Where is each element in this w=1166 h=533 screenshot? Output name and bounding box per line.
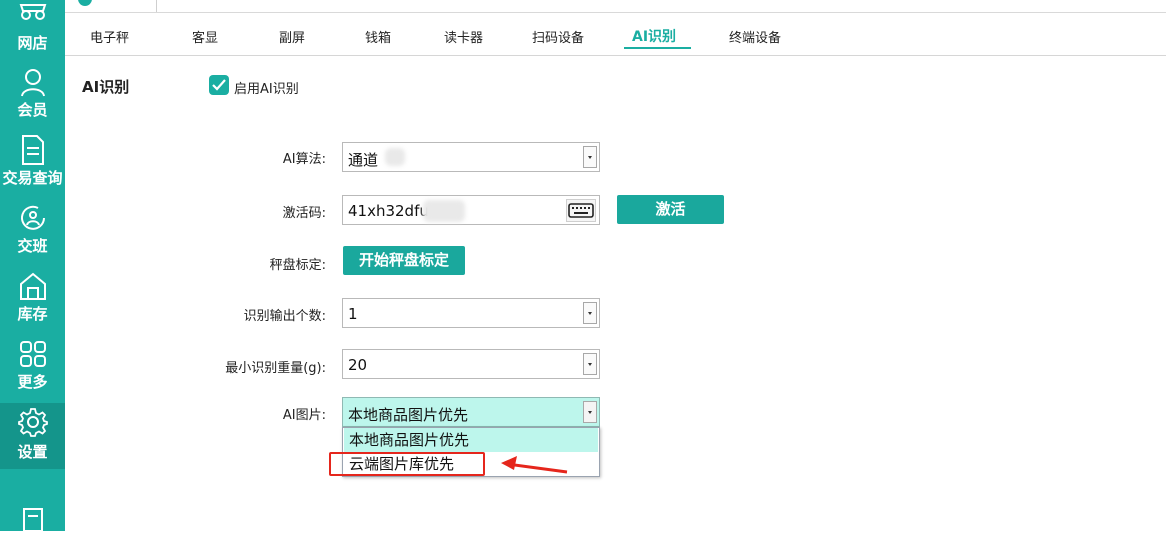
device-tabs: 电子秤 客显 副屏 钱箱 读卡器 扫码设备 AI识别 终端设备 (65, 13, 1166, 56)
tab-card-reader[interactable]: 读卡器 (444, 27, 483, 46)
calibration-label: 秤盘标定: (269, 258, 326, 273)
logo-icon (78, 0, 92, 6)
tab-customer-display[interactable]: 客显 (192, 27, 218, 46)
tab-scale[interactable]: 电子秤 (90, 27, 129, 46)
transaction-query-icon (21, 135, 44, 165)
sidebar-item-settings[interactable]: 设置 (0, 403, 65, 469)
more-grid-icon (19, 341, 46, 367)
sidebar-item-label: 交班 (17, 237, 48, 255)
annotation-arrow-icon (501, 456, 568, 474)
settings-gear-icon (17, 408, 48, 437)
output-count-select[interactable]: 1 (342, 298, 600, 328)
sidebar-item-more[interactable]: 更多 (0, 335, 65, 401)
ai-image-value: 本地商品图片优先 (348, 406, 469, 424)
inventory-icon (19, 272, 46, 300)
algorithm-select[interactable]: 通道 (342, 142, 600, 172)
activation-code-input[interactable]: 41xh32dfu (342, 195, 600, 225)
sidebar-item-label: 交易查询 (2, 169, 63, 187)
annotation-highlight-box (329, 452, 485, 476)
activation-code-value: 41xh32dfu (348, 202, 429, 220)
redacted-blur (423, 200, 465, 222)
algorithm-value: 通道 (348, 151, 379, 169)
active-tab-indicator (624, 47, 691, 49)
top-strip (65, 0, 1166, 13)
start-calibration-button[interactable]: 开始秤盘标定 (343, 246, 465, 275)
chevron-down-icon[interactable] (583, 146, 597, 168)
chevron-down-icon[interactable] (583, 353, 597, 375)
ai-image-select[interactable]: 本地商品图片优先 (342, 397, 600, 427)
sidebar-item-label: 会员 (17, 101, 48, 119)
activate-button[interactable]: 激活 (617, 195, 724, 224)
sidebar-item-label: 设置 (17, 443, 48, 461)
sidebar-item-transaction-query[interactable]: 交易查询 (0, 131, 65, 197)
chevron-down-icon[interactable] (583, 302, 597, 324)
keyboard-icon[interactable] (566, 199, 596, 222)
shift-handover-icon (20, 205, 45, 230)
sidebar-item-inventory[interactable]: 库存 (0, 267, 65, 333)
sidebar-item-label: 库存 (17, 305, 48, 323)
sidebar-item-member[interactable]: 会员 (0, 63, 65, 129)
divider (156, 0, 157, 12)
output-count-label: 识别输出个数: (243, 309, 326, 324)
dropdown-option-local[interactable]: 本地商品图片优先 (344, 428, 598, 452)
min-weight-value: 20 (348, 356, 368, 374)
tab-ai-recognition[interactable]: AI识别 (632, 26, 676, 46)
store-icon (19, 4, 46, 20)
report-icon (22, 508, 43, 532)
tab-scanner[interactable]: 扫码设备 (532, 27, 584, 46)
tab-terminal-device[interactable]: 终端设备 (729, 27, 781, 46)
redacted-blur (385, 148, 405, 166)
algorithm-label: AI算法: (282, 152, 326, 167)
sidebar-item-store[interactable]: 网店 (0, 0, 65, 52)
enable-ai-checkbox[interactable] (209, 75, 229, 95)
sidebar-item-label: 更多 (17, 373, 48, 391)
sidebar-item-shift-handover[interactable]: 交班 (0, 199, 65, 265)
activation-code-label: 激活码: (282, 206, 326, 221)
checkmark-icon (212, 79, 226, 91)
min-weight-select[interactable]: 20 (342, 349, 600, 379)
min-weight-label: 最小识别重量(g): (225, 361, 326, 376)
sidebar: 网店 会员 交易查询 交班 库存 更多 设置 (0, 0, 65, 532)
chevron-down-icon[interactable] (583, 401, 597, 423)
ai-image-label: AI图片: (282, 408, 326, 423)
member-icon (20, 69, 45, 97)
tab-cash-drawer[interactable]: 钱箱 (365, 27, 391, 46)
tab-secondary-screen[interactable]: 副屏 (279, 27, 305, 46)
sidebar-item-label: 网店 (17, 34, 48, 52)
sidebar-item-partial[interactable] (0, 498, 65, 532)
section-title: AI识别 (82, 78, 130, 96)
output-count-value: 1 (348, 305, 358, 323)
enable-ai-label[interactable]: 启用AI识别 (234, 78, 299, 97)
